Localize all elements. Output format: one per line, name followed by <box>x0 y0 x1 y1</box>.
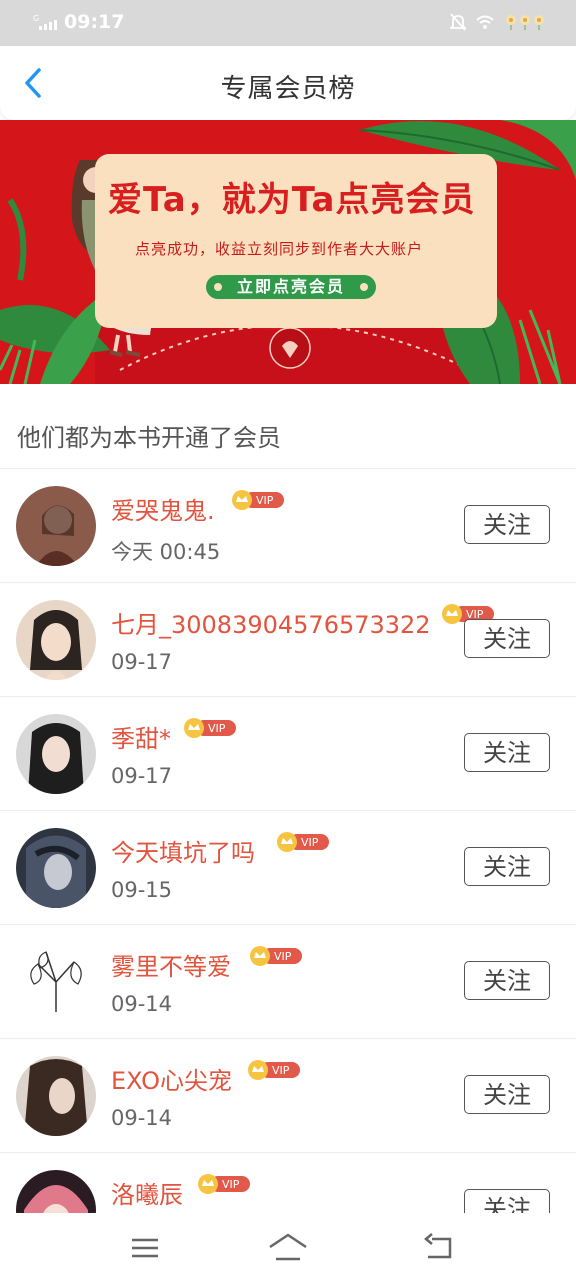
vip-badge-icon: VIP <box>232 490 284 510</box>
back-nav-icon[interactable] <box>420 1231 460 1263</box>
member-name[interactable]: EXO心尖宠 <box>111 1061 232 1096</box>
follow-button[interactable]: 关注 <box>464 505 550 544</box>
member-name[interactable]: 七月_30083904576573322 <box>111 605 431 640</box>
system-nav-bar <box>0 1213 576 1280</box>
list-item[interactable]: EXO心尖宠 VIP 09-14 关注 <box>0 1039 576 1153</box>
wifi-icon <box>476 15 494 29</box>
member-date: 09-14 <box>111 1106 173 1130</box>
follow-button[interactable]: 关注 <box>464 1075 550 1114</box>
avatar[interactable] <box>16 942 96 1022</box>
member-name[interactable]: 雾里不等爱 <box>111 947 231 982</box>
member-name[interactable]: 季甜* <box>111 719 171 754</box>
vip-text: VIP <box>208 722 226 735</box>
avatar[interactable] <box>16 486 96 566</box>
status-time: 09:17 <box>64 11 125 33</box>
signal-icon: G <box>33 14 57 30</box>
avatar-image <box>16 828 96 908</box>
member-name[interactable]: 爱哭鬼鬼. <box>111 491 215 526</box>
vip-badge-icon: VIP <box>248 1060 300 1080</box>
member-date: 09-15 <box>111 878 173 902</box>
avatar-image <box>16 714 96 794</box>
banner-headline: 爱Ta，就为Ta点亮会员 <box>108 180 476 220</box>
status-icons <box>450 12 546 32</box>
vip-badge-icon: VIP <box>184 718 236 738</box>
list-item[interactable]: 季甜* VIP 09-17 关注 <box>0 697 576 811</box>
promo-banner[interactable]: 爱Ta，就为Ta点亮会员 点亮成功，收益立刻同步到作者大大账户 立即点亮会员 <box>0 120 576 384</box>
banner-subline: 点亮成功，收益立刻同步到作者大大账户 <box>135 240 424 258</box>
menu-icon[interactable] <box>124 1231 164 1263</box>
avatar-image <box>16 1056 96 1136</box>
home-icon[interactable] <box>268 1231 308 1263</box>
avatar[interactable] <box>16 1170 96 1213</box>
avatar[interactable] <box>16 1056 96 1136</box>
avatar-image <box>16 942 96 1022</box>
member-date: 09-17 <box>111 764 173 788</box>
avatar[interactable] <box>16 714 96 794</box>
member-date: 09-17 <box>111 650 173 674</box>
section-title: 他们都为本书开通了会员 <box>17 424 281 452</box>
vip-text: VIP <box>301 836 319 849</box>
vip-text: VIP <box>274 950 292 963</box>
member-date: 09-14 <box>111 992 173 1016</box>
follow-button[interactable]: 关注 <box>464 1189 550 1213</box>
vip-badge-icon: VIP <box>250 946 302 966</box>
vip-badge-icon: VIP <box>277 832 329 852</box>
list-item[interactable]: 七月_30083904576573322 VIP 09-17 关注 <box>0 583 576 697</box>
status-bar: G 09:17 <box>0 0 576 46</box>
avatar[interactable] <box>16 600 96 680</box>
follow-button[interactable]: 关注 <box>464 733 550 772</box>
top-app-bar: 专属会员榜 <box>0 46 576 120</box>
page-title: 专属会员榜 <box>220 74 356 104</box>
light-up-member-button[interactable]: 立即点亮会员 <box>206 275 376 299</box>
member-name[interactable]: 洛曦辰 <box>111 1175 183 1210</box>
vip-text: VIP <box>222 1178 240 1191</box>
follow-button[interactable]: 关注 <box>464 619 550 658</box>
list-item[interactable]: 爱哭鬼鬼. VIP 今天 00:45 关注 <box>0 469 576 583</box>
follow-button[interactable]: 关注 <box>464 847 550 886</box>
avatar-image <box>16 1170 96 1213</box>
avatar-image <box>16 486 96 566</box>
avatar-image <box>16 600 96 680</box>
member-date: 今天 00:45 <box>111 540 221 564</box>
mute-bell-icon <box>450 13 466 31</box>
list-item[interactable]: 洛曦辰 VIP 关注 <box>0 1153 576 1213</box>
follow-button[interactable]: 关注 <box>464 961 550 1000</box>
flower-icons <box>506 15 544 30</box>
list-item[interactable]: 今天填坑了吗 VIP 09-15 关注 <box>0 811 576 925</box>
svg-text:G: G <box>33 14 39 23</box>
vip-badge-icon: VIP <box>198 1174 250 1194</box>
list-item[interactable]: 雾里不等爱 VIP 09-14 关注 <box>0 925 576 1039</box>
vip-text: VIP <box>272 1064 290 1077</box>
member-name[interactable]: 今天填坑了吗 <box>111 833 255 868</box>
member-list[interactable]: 爱哭鬼鬼. VIP 今天 00:45 关注 七月_300839045765733… <box>0 469 576 1213</box>
avatar[interactable] <box>16 828 96 908</box>
vip-text: VIP <box>256 494 274 507</box>
